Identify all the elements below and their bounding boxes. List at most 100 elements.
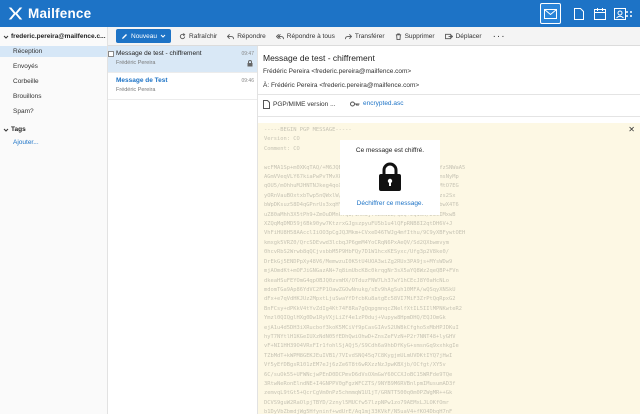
- encrypted-title: Ce message est chiffré.: [355, 147, 425, 154]
- pgp-line: bWpDKsuz58D4qGPnrUs3xqHY7Adp1oB3q1o4aNSb…: [264, 201, 636, 210]
- message-time: 09:46: [241, 78, 254, 84]
- add-tag-link[interactable]: Ajouter...: [13, 139, 39, 146]
- pgp-line: Version: CO: [264, 136, 300, 143]
- forward-label: Transférer: [354, 32, 385, 40]
- chevron-down-icon[interactable]: [160, 33, 166, 39]
- pgp-line: dkeaHSuFEYOmG4qpOBJQ0zvmHX/OTduzFNW7Lh37…: [264, 277, 449, 284]
- message-time: 09:47: [241, 51, 254, 57]
- attachment-encrypted-asc[interactable]: encrypted.asc: [350, 100, 403, 107]
- attachment-name: encrypted.asc: [363, 100, 404, 107]
- pgp-line: AGmVVeqVLY67kiaPwPvTMvXkoCqeT3lyReMc0/8a…: [264, 173, 636, 182]
- refresh-icon: [179, 32, 186, 39]
- toolbar: Nouveau Rafraîchir Répondre Répondre à t…: [108, 27, 640, 46]
- pgp-line: uZ80aMhh3X5tPh9+ZmOuDMnk7qw/IRK3jTkW5WLE…: [264, 211, 636, 220]
- account-selector[interactable]: frederic.pereira@mailfence.c...: [3, 33, 106, 40]
- chevron-down-icon: [3, 128, 9, 132]
- pgp-line: Ymzl0QIQglHXg0Dw1RyVXjLiZf4e1zP0duj+Vupy…: [264, 315, 446, 322]
- move-button[interactable]: Déplacer: [440, 27, 487, 46]
- folder-drafts[interactable]: Brouillons: [0, 91, 107, 102]
- refresh-button[interactable]: Rafraîchir: [174, 27, 222, 46]
- message-sender: Frédéric Pereira: [116, 87, 156, 93]
- pencil-icon: [122, 33, 127, 39]
- pgp-line: TZbMdT+kWPM8GEKJEuIVB1/7VIvdSNQ45q7C8Kyg…: [264, 352, 453, 359]
- pgp-line: dFx+e7qVdHKJUz2MpxtLjuSwaYfDfcbKu8atgEc5…: [264, 296, 456, 303]
- menu-grid-icon[interactable]: [622, 3, 636, 24]
- delete-label: Supprimer: [404, 32, 435, 40]
- pgp-line: -----BEGIN PGP MESSAGE-----: [264, 127, 352, 133]
- divider: [258, 94, 640, 95]
- pgp-line: wcFMA1Sp+m0XKqTAQ/+M6JQBkmPuk9I4OKW1M4qF…: [264, 164, 636, 173]
- message-row[interactable]: Message de Test Frédéric Pereira 09:46: [108, 73, 257, 100]
- email-from: Frédéric Pereira <frederic.pereira@mailf…: [263, 68, 412, 75]
- tags-section-toggle[interactable]: Tags: [3, 126, 26, 133]
- file-icon: [263, 100, 270, 109]
- pgp-line: DrEkGj5ENDPpXy48V6/MemwzuI0K5tU4UOA3wiZg…: [264, 258, 453, 265]
- pgp-line: VhFiHU8H58AAcclIiOO3pCgJQJMkm+CVxeD46TWJ…: [264, 230, 466, 237]
- reading-pane: Message de test - chiffrement Frédéric P…: [258, 46, 640, 414]
- email-to: À: Frédéric Pereira <frederic.pereira@ma…: [263, 82, 420, 89]
- pgp-line: 6C/suOk55+UFWNcjwPEnD0DCPmvD6dVsOXmGwY60…: [264, 371, 453, 378]
- pgp-line: DCVS9guW2RaOlpjTBYD/2znyl5MUCfw57lzpNPw1…: [264, 399, 449, 406]
- folder-inbox[interactable]: Réception: [0, 46, 107, 57]
- decrypt-message-link[interactable]: Déchiffrer ce message.: [340, 200, 440, 207]
- forward-icon: [344, 33, 352, 39]
- new-message-label: Nouveau: [131, 32, 158, 40]
- pgp-line: kmxgk5VRZ0/QrcSDEvwd3lcbqJP6gmM4YoCRqN6P…: [264, 239, 449, 246]
- pgp-line: yORnVauBOxtxbTwp5nQWxlW/r6Gp5n63DWJZsLfP…: [264, 192, 636, 201]
- divider: [258, 116, 640, 117]
- message-row[interactable]: Message de test - chiffrement Frédéric P…: [108, 46, 257, 73]
- close-icon[interactable]: ✕: [628, 125, 635, 134]
- reply-all-label: Répondre à tous: [286, 32, 335, 40]
- attachment-pgp-mime[interactable]: PGP/MIME version ...: [263, 100, 336, 109]
- pgp-line: XZQqMqDMD59j6Bk90yw7KtzrxGJgszpyuFU5b1u4…: [264, 221, 453, 228]
- lock-icon: [247, 60, 253, 67]
- message-subject: Message de Test: [116, 77, 168, 84]
- mailfence-logo-icon: [8, 7, 23, 20]
- pgp-line: [264, 154, 636, 163]
- pgp-line: Comment: CO: [264, 145, 300, 152]
- new-message-button[interactable]: Nouveau: [116, 29, 172, 43]
- reply-icon: [227, 33, 235, 39]
- account-email: frederic.pereira@mailfence.c...: [11, 33, 106, 40]
- folder-trash[interactable]: Corbeille: [0, 76, 107, 87]
- pgp-line: Vf5yEfDBgsR101zEM7eJj6zZe6T8t6wRXzzNzJpw…: [264, 362, 446, 369]
- top-bar: Mailfence: [0, 0, 640, 27]
- pgp-ciphertext: -----BEGIN PGP MESSAGE----- Version: CO Co…: [264, 126, 636, 414]
- move-icon: [444, 33, 453, 39]
- email-subject: Message de test - chiffrement: [263, 53, 375, 63]
- chevron-down-icon: [3, 35, 9, 39]
- message-sender: Frédéric Pereira: [116, 60, 156, 66]
- pgp-line: 3RtwNeRonElndNE+I4GNPPV0gFgzWFCZTS/9NYB9…: [264, 380, 456, 387]
- pgp-line: 0hcvRbS2Wrwb8qQCjvsbbM5P9HbFQy7D1W1hcxKE…: [264, 249, 449, 256]
- app-name: Mailfence: [28, 6, 92, 21]
- more-options-button[interactable]: ···: [487, 27, 512, 46]
- forward-button[interactable]: Transférer: [340, 27, 390, 46]
- pgp-line: hyT7NYtlH1KGeIUXzNdN05fEDhQwiOhwD+ZnsZeF…: [264, 333, 456, 340]
- trash-icon: [395, 32, 401, 40]
- message-subject: Message de test - chiffrement: [116, 50, 202, 57]
- message-checkbox[interactable]: [108, 51, 114, 57]
- delete-button[interactable]: Supprimer: [390, 27, 440, 46]
- calendar-icon[interactable]: [589, 3, 610, 24]
- pgp-line: qOU5/mOhhuMJHNTNJkeg4qoXKHv7RdcxZIpdK7gW…: [264, 182, 636, 191]
- message-list: Message de test - chiffrement Frédéric P…: [108, 46, 258, 414]
- reply-button[interactable]: Répondre: [222, 27, 271, 46]
- reply-label: Répondre: [237, 32, 266, 40]
- folder-sent[interactable]: Envoyés: [0, 61, 107, 72]
- reply-all-icon: [275, 33, 284, 39]
- attachment-name: PGP/MIME version ...: [273, 101, 336, 108]
- logo[interactable]: Mailfence: [7, 5, 91, 22]
- document-icon[interactable]: [568, 3, 589, 24]
- reply-all-button[interactable]: Répondre à tous: [271, 27, 340, 46]
- encrypted-notice: Ce message est chiffré. Déchiffrer ce me…: [340, 140, 440, 215]
- pgp-message-body: -----BEGIN PGP MESSAGE----- Version: CO Co…: [258, 123, 640, 414]
- padlock-icon: [379, 162, 401, 191]
- pgp-line: ejA1u4d5DH3iXRucbof3koK5MCiVf9pCasGIAvS2…: [264, 324, 459, 331]
- move-label: Déplacer: [455, 32, 482, 40]
- key-icon: [350, 101, 360, 106]
- pgp-line: mjAOmdKt+mOFJiGNGazAN+7q8imUbcK8c0krqgNr…: [264, 268, 459, 275]
- tags-heading: Tags: [11, 126, 26, 133]
- folder-spam[interactable]: Spam?: [0, 106, 107, 117]
- mail-icon[interactable]: [540, 3, 561, 24]
- pgp-line: mdomTGa9Ap86YdVC2FP1OawZGOwNnukg/sEv9hAg…: [264, 286, 456, 293]
